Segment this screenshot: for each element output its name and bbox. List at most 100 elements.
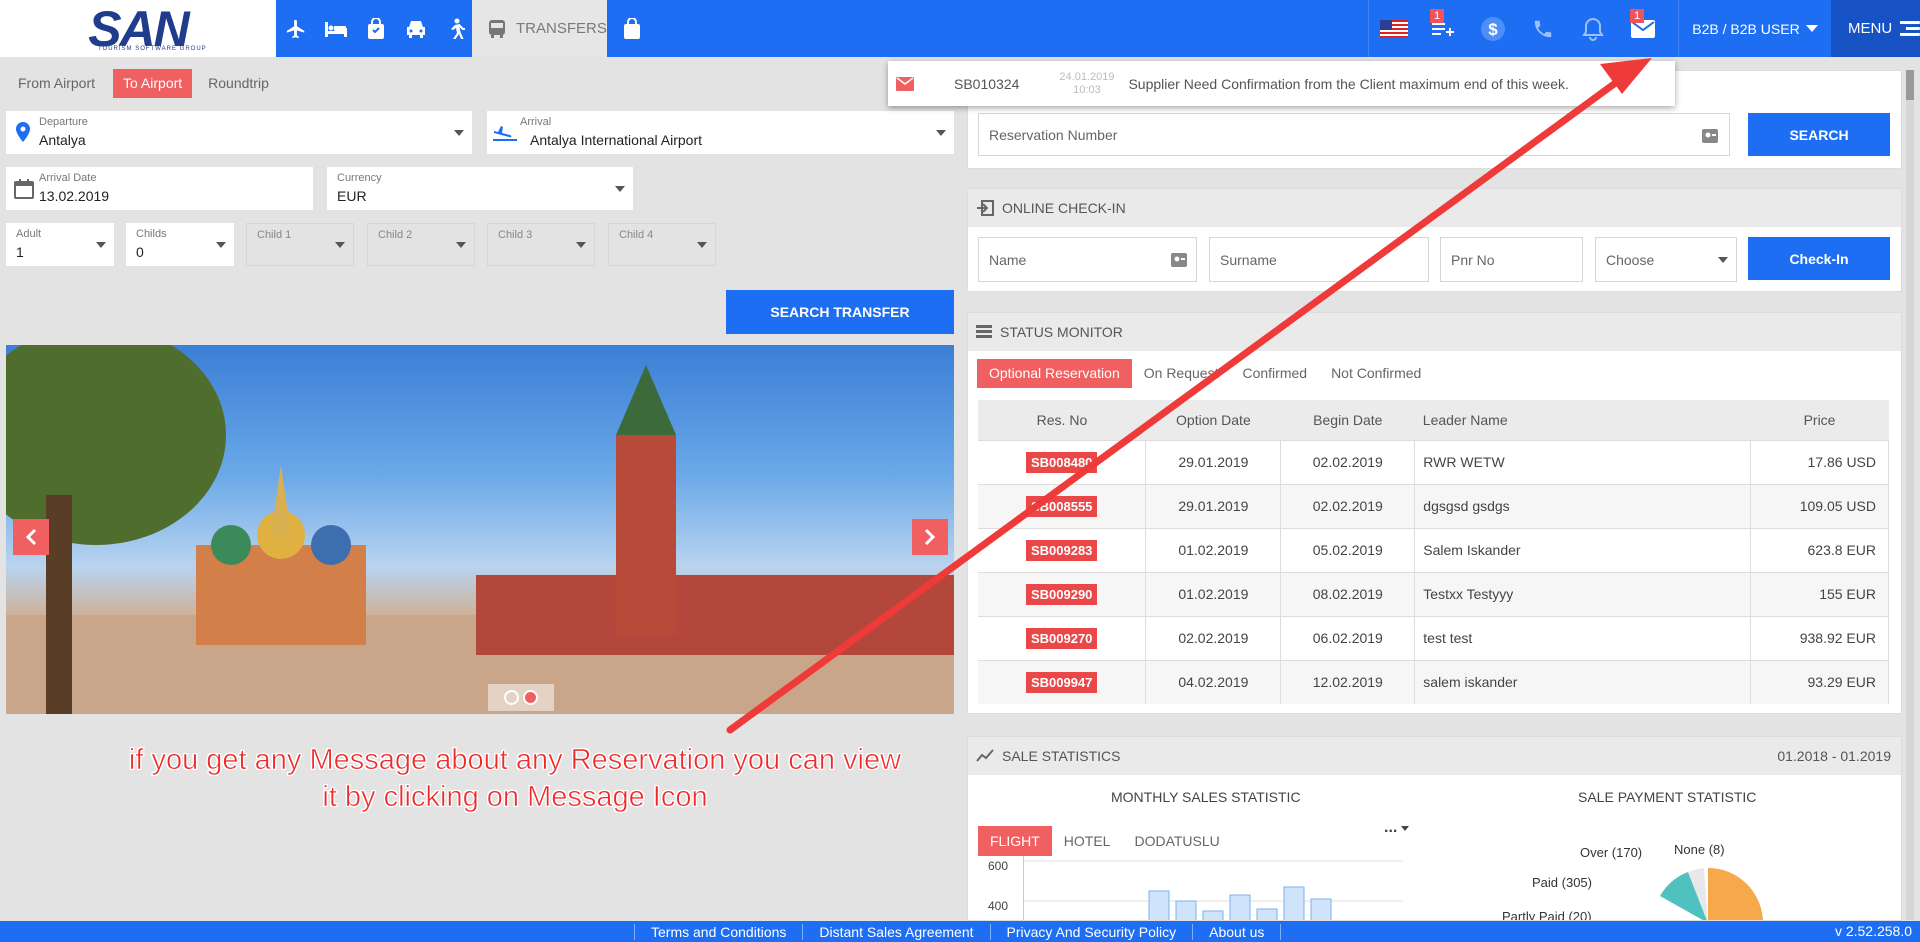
- child4-select[interactable]: Child 4: [608, 223, 716, 266]
- slider-dot-active[interactable]: [523, 690, 538, 705]
- tab-not-confirmed[interactable]: Not Confirmed: [1319, 359, 1433, 388]
- child1-select[interactable]: Child 1: [246, 223, 354, 266]
- tab-to-airport[interactable]: To Airport: [113, 69, 193, 98]
- reservation-number-link[interactable]: SB008555: [1025, 495, 1098, 517]
- col-leader-name: Leader Name: [1414, 400, 1751, 440]
- checkin-choose-select[interactable]: Choose: [1595, 237, 1737, 282]
- page-scrollbar[interactable]: [1906, 70, 1914, 920]
- logo[interactable]: SAN TOURISM SOFTWARE GROUP: [0, 0, 276, 57]
- currency-select[interactable]: Currency EUR: [327, 167, 633, 210]
- nav-transfers-label: TRANSFERS: [516, 20, 607, 37]
- tab-from-airport[interactable]: From Airport: [8, 69, 105, 98]
- childs-select[interactable]: Childs 0: [126, 223, 234, 266]
- plane-landing-icon: [493, 126, 517, 141]
- reservation-number-link[interactable]: SB009283: [1025, 539, 1098, 561]
- tab-dodatuslu[interactable]: DODATUSLU: [1122, 826, 1231, 856]
- checkin-name-input[interactable]: Name: [978, 237, 1197, 282]
- col-price: Price: [1750, 400, 1889, 440]
- child3-select[interactable]: Child 3: [487, 223, 595, 266]
- user-label: B2B / B2B USER: [1692, 20, 1800, 37]
- tab-flight[interactable]: FLIGHT: [978, 826, 1052, 856]
- col-begin-date: Begin Date: [1280, 400, 1415, 440]
- message-notification-popup[interactable]: SB010324 24.01.2019 10:03 Supplier Need …: [888, 61, 1675, 106]
- cart-badge: 1: [1430, 9, 1445, 23]
- table-row[interactable]: SB008480 29.01.2019 02.02.2019 RWR WETW 17.8…: [978, 439, 1889, 484]
- arrival-date-input[interactable]: Arrival Date 13.02.2019: [6, 167, 313, 210]
- flight-icon[interactable]: [276, 0, 316, 57]
- child2-select[interactable]: Child 2: [367, 223, 475, 266]
- checkin-pnr-input[interactable]: Pnr No: [1440, 237, 1583, 282]
- mail-badge: 1: [1630, 9, 1645, 23]
- cell-price: 155 EUR: [1750, 571, 1889, 616]
- slider-prev-button[interactable]: [13, 519, 49, 555]
- reservation-number-link[interactable]: SB009290: [1025, 583, 1098, 605]
- trend-line-icon: [976, 749, 994, 762]
- departure-value: Antalya: [39, 132, 86, 148]
- footer-link-distant-sales[interactable]: Distant Sales Agreement: [802, 923, 989, 940]
- cell-begin-date: 05.02.2019: [1280, 527, 1416, 572]
- package-bag-icon[interactable]: [356, 0, 396, 57]
- message-reservation-code[interactable]: SB010324: [954, 76, 1019, 92]
- more-dots: ...: [1384, 819, 1398, 836]
- hotel-bed-icon[interactable]: [316, 0, 356, 57]
- payment-statistic-title: SALE PAYMENT STATISTIC: [1578, 789, 1757, 805]
- phone-icon[interactable]: [1518, 0, 1568, 57]
- cart-list-icon[interactable]: 1: [1418, 0, 1468, 57]
- table-row[interactable]: SB009290 01.02.2019 08.02.2019 Testxx Testy…: [978, 571, 1889, 616]
- footer: Terms and Conditions Distant Sales Agree…: [0, 921, 1920, 942]
- pie-label-over: Over (170): [1580, 845, 1643, 860]
- scrollbar-thumb[interactable]: [1906, 70, 1914, 100]
- tab-optional-reservation[interactable]: Optional Reservation: [977, 359, 1132, 388]
- adult-select[interactable]: Adult 1: [6, 223, 114, 266]
- tab-hotel[interactable]: HOTEL: [1052, 826, 1123, 856]
- cell-begin-date: 08.02.2019: [1280, 571, 1416, 616]
- tab-on-request[interactable]: On Request: [1132, 359, 1231, 388]
- sign-in-icon: [977, 200, 994, 216]
- cell-price: 93.29 EUR: [1750, 659, 1889, 704]
- arrival-select[interactable]: Arrival Antalya International Airport: [487, 111, 954, 154]
- cell-option-date: 29.01.2019: [1145, 439, 1282, 484]
- cell-begin-date: 02.02.2019: [1280, 483, 1416, 528]
- slider-dot[interactable]: [504, 690, 519, 705]
- reservation-search-button[interactable]: SEARCH: [1748, 113, 1890, 156]
- reservation-number-link[interactable]: SB008480: [1025, 451, 1098, 473]
- notification-bell-icon[interactable]: [1568, 0, 1618, 57]
- message-mail-icon[interactable]: 1: [1618, 0, 1668, 57]
- pie-label-none: None (8): [1674, 842, 1725, 857]
- tab-roundtrip[interactable]: Roundtrip: [198, 69, 279, 98]
- footer-link-about[interactable]: About us: [1192, 923, 1282, 940]
- chart-more-menu[interactable]: ...: [1384, 819, 1410, 837]
- search-transfer-button[interactable]: SEARCH TRANSFER: [726, 290, 954, 334]
- shopping-bag-icon[interactable]: [612, 0, 652, 57]
- tab-confirmed[interactable]: Confirmed: [1230, 359, 1319, 388]
- cell-begin-date: 02.02.2019: [1280, 439, 1416, 484]
- table-row[interactable]: SB009270 02.02.2019 06.02.2019 test test 938…: [978, 615, 1889, 660]
- cell-option-date: 01.02.2019: [1145, 527, 1282, 572]
- departure-select[interactable]: Departure Antalya: [6, 111, 472, 154]
- app-version: v 2.52.258.0: [1834, 923, 1912, 939]
- reservation-number-link[interactable]: SB009270: [1025, 627, 1098, 649]
- footer-link-privacy[interactable]: Privacy And Security Policy: [989, 923, 1193, 940]
- car-icon[interactable]: [396, 0, 436, 57]
- reservation-number-link[interactable]: SB009947: [1025, 671, 1098, 693]
- main-menu-button[interactable]: MENU: [1831, 0, 1920, 57]
- id-card-icon: [1702, 129, 1718, 143]
- user-account-menu[interactable]: B2B / B2B USER: [1678, 0, 1831, 57]
- activity-walk-icon[interactable]: [436, 0, 476, 57]
- table-row[interactable]: SB008555 29.01.2019 02.02.2019 dgsgsd gsdgs…: [978, 483, 1889, 528]
- checkin-button[interactable]: Check-In: [1748, 237, 1890, 280]
- language-flag-icon[interactable]: [1368, 0, 1418, 57]
- reservation-number-input[interactable]: Reservation Number: [978, 113, 1730, 156]
- slider-next-button[interactable]: [912, 519, 948, 555]
- cell-price: 109.05 USD: [1750, 483, 1889, 528]
- currency-dollar-icon[interactable]: $: [1468, 0, 1518, 57]
- checkin-pnr-placeholder: Pnr No: [1451, 251, 1495, 268]
- footer-link-terms[interactable]: Terms and Conditions: [634, 923, 802, 940]
- calendar-icon: [14, 179, 34, 199]
- table-row[interactable]: SB009947 04.02.2019 12.02.2019 salem iskand…: [978, 659, 1889, 704]
- checkin-surname-input[interactable]: Surname: [1209, 237, 1429, 282]
- table-row[interactable]: SB009283 01.02.2019 05.02.2019 Salem Iskand…: [978, 527, 1889, 572]
- chevron-right-icon: [924, 528, 936, 546]
- cell-option-date: 29.01.2019: [1145, 483, 1282, 528]
- nav-transfers-tab[interactable]: TRANSFERS: [472, 0, 607, 57]
